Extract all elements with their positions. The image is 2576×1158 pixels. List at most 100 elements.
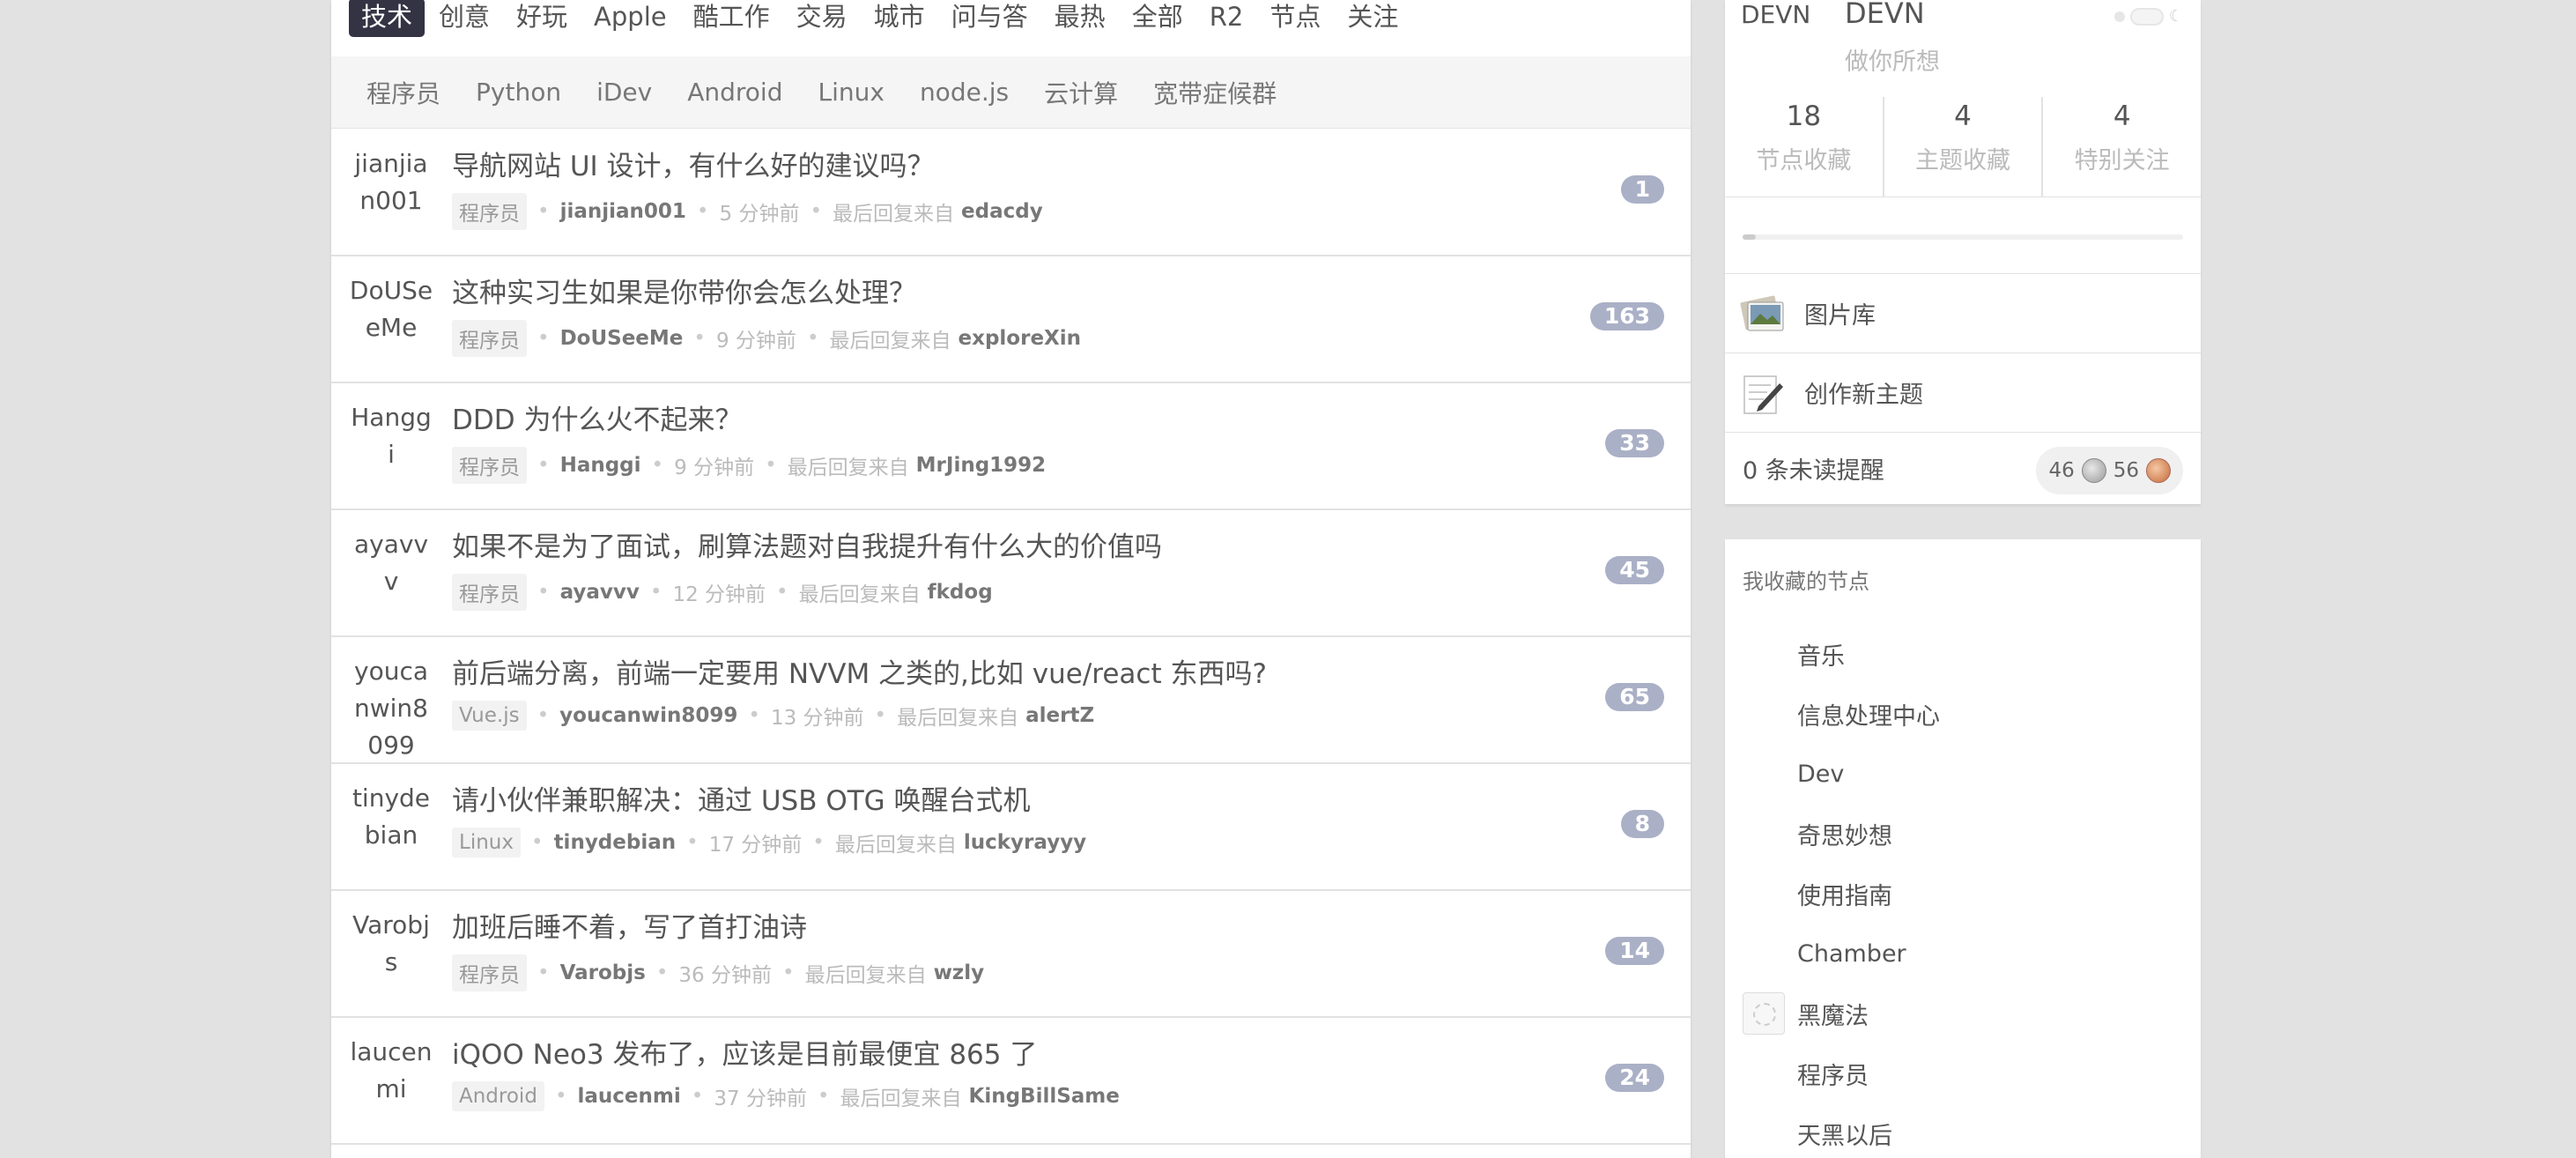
node-tag[interactable]: Linux [452,828,521,857]
last-reply-user[interactable]: exploreXin [959,327,1082,350]
avatar[interactable]: tinydebian [349,780,433,854]
new-topic-link[interactable]: 创作新主题 [1725,353,2201,432]
avatar[interactable]: jianjian001 [349,145,433,219]
last-reply-prefix: 最后回复来自 [834,834,957,857]
node-tag[interactable]: 程序员 [452,954,527,991]
topic-title[interactable]: 这种实习生如果是你带你会怎么处理？ [452,271,1576,310]
username[interactable]: DEVN [1845,0,1925,30]
subtab-programmer[interactable]: 程序员 [366,75,440,110]
reply-count-badge[interactable]: 45 [1605,556,1664,584]
favorite-node-item[interactable]: 程序员 [1725,1043,2201,1103]
reply-count-badge[interactable]: 163 [1589,302,1664,330]
author-link[interactable]: laucenmi [578,1085,681,1108]
author-link[interactable]: ayavvv [560,581,640,604]
subtab-python[interactable]: Python [476,78,561,107]
favorite-node-item[interactable]: Dev [1725,744,2201,804]
favorite-node-item[interactable]: 音乐 [1725,624,2201,684]
topic-title[interactable]: 导航网站 UI 设计，有什么好的建议吗？ [452,144,1576,183]
node-tag[interactable]: 程序员 [452,193,527,230]
subtab-broadband[interactable]: 宽带症候群 [1153,75,1277,110]
last-reply-user[interactable]: edacdy [961,200,1043,223]
tab-creative[interactable]: 创意 [426,0,502,37]
user-avatar[interactable]: DEVN [1741,0,1825,76]
separator: • [691,1085,704,1108]
reply-count-badge[interactable]: 8 [1620,810,1664,838]
last-reply-user[interactable]: luckyrayyy [964,831,1086,854]
stat-following[interactable]: 4 特别关注 [2041,97,2201,197]
avatar[interactable]: DoUSeeMe [349,272,433,346]
last-reply-user[interactable]: alertZ [1025,704,1094,727]
avatar[interactable]: Varobjs [349,907,433,981]
sub-node-tabs: 程序员 Python iDev Android Linux node.js 云计… [331,56,1691,129]
tab-qna[interactable]: 问与答 [939,0,1040,37]
separator: • [537,704,550,727]
topic-title[interactable]: 前后端分离，前端一定要用 NVVM 之类的,比如 vue/react 东西吗? [452,651,1576,691]
topic-title[interactable]: 加班后睡不着，写了首打油诗 [452,905,1576,945]
tab-hot[interactable]: 最热 [1042,0,1118,37]
notifications-row: 0 条未读提醒 46 56 [1725,432,2201,504]
tab-following[interactable]: 关注 [1335,0,1410,37]
tab-city[interactable]: 城市 [862,0,937,37]
node-tag[interactable]: Android [452,1081,544,1111]
reply-count-badge[interactable]: 14 [1605,937,1664,965]
node-tag[interactable]: 程序员 [452,447,527,484]
tab-jobs[interactable]: 酷工作 [681,0,782,37]
author-link[interactable]: tinydebian [554,831,677,854]
favorite-node-item[interactable]: 奇思妙想 [1725,804,2201,864]
separator: • [874,704,887,727]
last-reply-user[interactable]: MrJing1992 [916,454,1047,477]
notifications-link[interactable]: 0 条未读提醒 [1743,451,1884,486]
reply-count-badge[interactable]: 24 [1605,1064,1664,1092]
avatar[interactable]: ayavvv [349,526,433,600]
node-tag[interactable]: Vue.js [452,701,527,731]
theme-toggle[interactable]: ☾ [2113,7,2183,26]
stat-label: 节点收藏 [1756,147,1852,174]
avatar[interactable]: Hanggi [349,399,433,473]
topic-title[interactable]: 如果不是为了面试，刷算法题对自我提升有什么大的价值吗 [452,524,1576,564]
separator: • [537,961,550,984]
last-reply-prefix: 最后回复来自 [829,330,951,353]
favorite-node-item[interactable]: 天黑以后 [1725,1103,2201,1158]
topic-meta: Linux • tinydebian • 17 分钟前 • 最后回复来自 luc… [452,828,1086,857]
tab-apple[interactable]: Apple [581,0,679,37]
balance-badge[interactable]: 46 56 [2036,447,2183,494]
avatar[interactable]: youcanwin8099 [349,653,433,764]
favorite-node-item[interactable]: Chamber [1725,924,2201,984]
last-reply-user[interactable]: wzly [934,961,985,984]
favorite-node-item[interactable]: 使用指南 [1725,864,2201,924]
tab-tech[interactable]: 技术 [349,0,426,37]
tab-nodes[interactable]: 节点 [1257,0,1333,37]
tab-play[interactable]: 好玩 [504,0,580,37]
stat-node-favorites[interactable]: 18 节点收藏 [1725,97,1883,197]
gallery-link[interactable]: 图片库 [1725,273,2201,353]
topic-title[interactable]: DDD 为什么火不起来？ [452,397,1576,437]
topic-time: 13 分钟前 [770,707,864,730]
reply-count-badge[interactable]: 1 [1620,175,1664,204]
tab-r2[interactable]: R2 [1197,0,1256,37]
subtab-idev[interactable]: iDev [596,78,652,107]
stat-topic-favorites[interactable]: 4 主题收藏 [1882,97,2042,197]
subtab-android[interactable]: Android [687,78,782,107]
reply-count-badge[interactable]: 33 [1605,429,1664,457]
favorite-node-item[interactable]: 信息处理中心 [1725,684,2201,744]
subtab-linux[interactable]: Linux [818,78,884,107]
tab-deals[interactable]: 交易 [784,0,860,37]
topic-title[interactable]: 请小伙伴兼职解决：通过 USB OTG 唤醒台式机 [452,778,1576,818]
author-link[interactable]: DoUSeeMe [560,327,684,350]
author-link[interactable]: Hanggi [560,454,641,477]
node-tag[interactable]: 程序员 [452,320,527,357]
avatar[interactable]: laucenmi [349,1034,433,1108]
subtab-nodejs[interactable]: node.js [920,78,1009,107]
author-link[interactable]: jianjian001 [560,200,686,223]
topic-time: 37 分钟前 [714,1087,807,1110]
last-reply-user[interactable]: fkdog [928,581,993,604]
subtab-cloud[interactable]: 云计算 [1044,75,1118,110]
reply-count-badge[interactable]: 65 [1605,683,1664,711]
last-reply-user[interactable]: KingBillSame [969,1085,1120,1108]
topic-title[interactable]: iQOO Neo3 发布了，应该是目前最便宜 865 了 [452,1032,1576,1072]
favorite-node-item-with-icon[interactable]: 黑魔法 [1725,984,2201,1043]
tab-all[interactable]: 全部 [1120,0,1195,37]
author-link[interactable]: Varobjs [560,961,646,984]
author-link[interactable]: youcanwin8099 [559,704,737,727]
node-tag[interactable]: 程序员 [452,574,527,611]
